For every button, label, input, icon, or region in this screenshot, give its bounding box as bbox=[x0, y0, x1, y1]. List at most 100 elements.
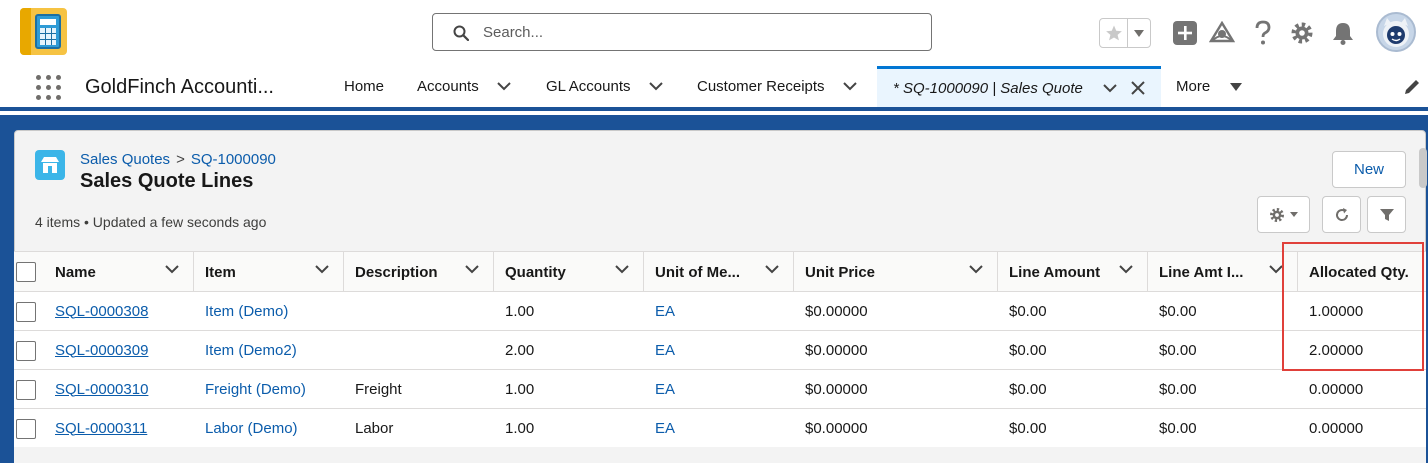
chevron-down-icon[interactable] bbox=[615, 265, 629, 274]
item-link[interactable]: Labor (Demo) bbox=[205, 409, 298, 447]
storefront-icon bbox=[41, 157, 59, 173]
table-row[interactable]: SQL-0000310 Freight (Demo) Freight 1.00 … bbox=[14, 370, 1426, 409]
list-settings-button[interactable] bbox=[1257, 196, 1310, 233]
column-header-item[interactable]: Item bbox=[194, 252, 344, 292]
line-amt-i-cell: $0.00 bbox=[1159, 302, 1197, 320]
allocated-qty-cell: 0.00000 bbox=[1309, 419, 1364, 437]
favorite-star-button[interactable] bbox=[1100, 19, 1128, 47]
line-amt-i-cell: $0.00 bbox=[1159, 380, 1197, 398]
uom-link[interactable]: EA bbox=[655, 331, 675, 369]
pencil-icon bbox=[1405, 79, 1419, 94]
edit-nav-button[interactable] bbox=[1403, 66, 1421, 107]
chevron-down-icon[interactable] bbox=[765, 265, 779, 274]
new-button-label: New bbox=[1353, 161, 1384, 178]
app-logo[interactable] bbox=[20, 8, 67, 55]
chevron-down-icon[interactable] bbox=[648, 82, 663, 91]
chevron-down-icon bbox=[1230, 82, 1243, 91]
refresh-button[interactable] bbox=[1322, 196, 1361, 233]
notifications-button[interactable] bbox=[1330, 20, 1356, 46]
chevron-down-icon[interactable] bbox=[465, 265, 479, 274]
item-link[interactable]: Freight (Demo) bbox=[205, 370, 306, 408]
star-icon bbox=[1105, 25, 1122, 41]
chevron-down-icon[interactable] bbox=[496, 82, 511, 91]
unit-price-cell: $0.00000 bbox=[805, 341, 868, 359]
line-amount-cell: $0.00 bbox=[1009, 302, 1047, 320]
record-name-link[interactable]: SQL-0000310 bbox=[55, 370, 148, 408]
column-header-unit-price[interactable]: Unit Price bbox=[794, 252, 998, 292]
help-button[interactable] bbox=[1250, 20, 1276, 46]
gear-icon bbox=[1291, 22, 1313, 44]
column-header-line-amount[interactable]: Line Amount bbox=[998, 252, 1148, 292]
page-title: Sales Quote Lines bbox=[80, 170, 254, 192]
row-checkbox[interactable] bbox=[16, 341, 36, 361]
sales-quote-object-icon bbox=[35, 150, 65, 180]
global-header bbox=[0, 0, 1428, 66]
refresh-icon bbox=[1335, 207, 1348, 221]
astro-avatar-icon bbox=[1383, 18, 1409, 47]
column-header-quantity[interactable]: Quantity bbox=[494, 252, 644, 292]
uom-link[interactable]: EA bbox=[655, 370, 675, 408]
allocated-qty-cell: 0.00000 bbox=[1309, 380, 1364, 398]
chevron-down-icon[interactable] bbox=[969, 265, 983, 274]
chevron-down-icon[interactable] bbox=[1269, 265, 1283, 274]
row-checkbox[interactable] bbox=[16, 419, 36, 439]
description-cell: Labor bbox=[355, 419, 394, 437]
quantity-cell: 1.00 bbox=[505, 380, 535, 398]
column-header-unit-of-measure[interactable]: Unit of Me... bbox=[644, 252, 794, 292]
breadcrumb: Sales Quotes > SQ-1000090 bbox=[80, 151, 276, 168]
filter-button[interactable] bbox=[1367, 196, 1406, 233]
record-name-link[interactable]: SQL-0000308 bbox=[55, 292, 148, 330]
line-amount-cell: $0.00 bbox=[1009, 380, 1047, 398]
item-link[interactable]: Item (Demo2) bbox=[205, 331, 297, 369]
table-row[interactable]: SQL-0000311 Labor (Demo) Labor 1.00 EA $… bbox=[14, 409, 1426, 448]
column-header-label: Line Amt I... bbox=[1159, 263, 1244, 281]
close-icon[interactable] bbox=[1131, 81, 1145, 95]
record-name-link[interactable]: SQL-0000309 bbox=[55, 331, 148, 369]
column-header-name[interactable]: Name bbox=[44, 252, 194, 292]
chevron-down-icon[interactable] bbox=[165, 265, 179, 274]
search-input[interactable] bbox=[481, 20, 901, 44]
table-row[interactable]: SQL-0000308 Item (Demo) 1.00 EA $0.00000… bbox=[14, 292, 1426, 331]
line-amt-i-cell: $0.00 bbox=[1159, 419, 1197, 437]
nav-item-gl-accounts[interactable]: GL Accounts bbox=[546, 66, 663, 107]
item-link[interactable]: Item (Demo) bbox=[205, 292, 288, 330]
calculator-icon bbox=[35, 14, 61, 49]
table-row[interactable]: SQL-0000309 Item (Demo2) 2.00 EA $0.0000… bbox=[14, 331, 1426, 370]
row-checkbox[interactable] bbox=[16, 302, 36, 322]
app-launcher-icon[interactable] bbox=[36, 75, 62, 101]
avatar[interactable] bbox=[1376, 12, 1416, 52]
chevron-down-icon[interactable] bbox=[1119, 265, 1133, 274]
global-search[interactable] bbox=[432, 13, 932, 51]
nav-item-home[interactable]: Home bbox=[344, 66, 384, 107]
nav-item-label: GL Accounts bbox=[546, 78, 631, 95]
nav-item-customer-receipts[interactable]: Customer Receipts bbox=[697, 66, 857, 107]
breadcrumb-parent-link[interactable]: Sales Quotes bbox=[80, 151, 170, 168]
breadcrumb-record-link[interactable]: SQ-1000090 bbox=[191, 151, 276, 168]
column-header-label: Item bbox=[205, 263, 236, 281]
uom-link[interactable]: EA bbox=[655, 292, 675, 330]
tab-sales-quote[interactable]: * SQ-1000090 | Sales Quote bbox=[877, 66, 1161, 107]
chevron-down-icon[interactable] bbox=[1103, 83, 1117, 93]
trailhead-button[interactable] bbox=[1209, 20, 1235, 46]
chevron-down-icon[interactable] bbox=[842, 82, 857, 91]
favorites-group bbox=[1099, 18, 1151, 48]
uom-link[interactable]: EA bbox=[655, 409, 675, 447]
new-button[interactable]: New bbox=[1332, 151, 1406, 188]
column-header-line-amt-i[interactable]: Line Amt I... bbox=[1148, 252, 1298, 292]
nav-item-label: Home bbox=[344, 78, 385, 95]
scrollbar-thumb[interactable] bbox=[1419, 148, 1427, 188]
favorites-menu-button[interactable] bbox=[1128, 19, 1150, 47]
description-cell: Freight bbox=[355, 380, 402, 398]
record-name-link[interactable]: SQL-0000311 bbox=[55, 409, 147, 447]
global-actions-button[interactable] bbox=[1172, 20, 1198, 46]
row-checkbox[interactable] bbox=[16, 380, 36, 400]
nav-more-menu[interactable]: More bbox=[1176, 66, 1243, 107]
select-all-checkbox[interactable] bbox=[16, 262, 36, 282]
column-header-description[interactable]: Description bbox=[344, 252, 494, 292]
quantity-cell: 1.00 bbox=[505, 419, 535, 437]
setup-button[interactable] bbox=[1289, 20, 1315, 46]
app-nav-bar: GoldFinch Accounti... Home Accounts GL A… bbox=[0, 66, 1428, 111]
nav-item-accounts[interactable]: Accounts bbox=[417, 66, 511, 107]
chevron-down-icon[interactable] bbox=[315, 265, 329, 274]
tab-label: * SQ-1000090 | Sales Quote bbox=[893, 79, 1083, 97]
